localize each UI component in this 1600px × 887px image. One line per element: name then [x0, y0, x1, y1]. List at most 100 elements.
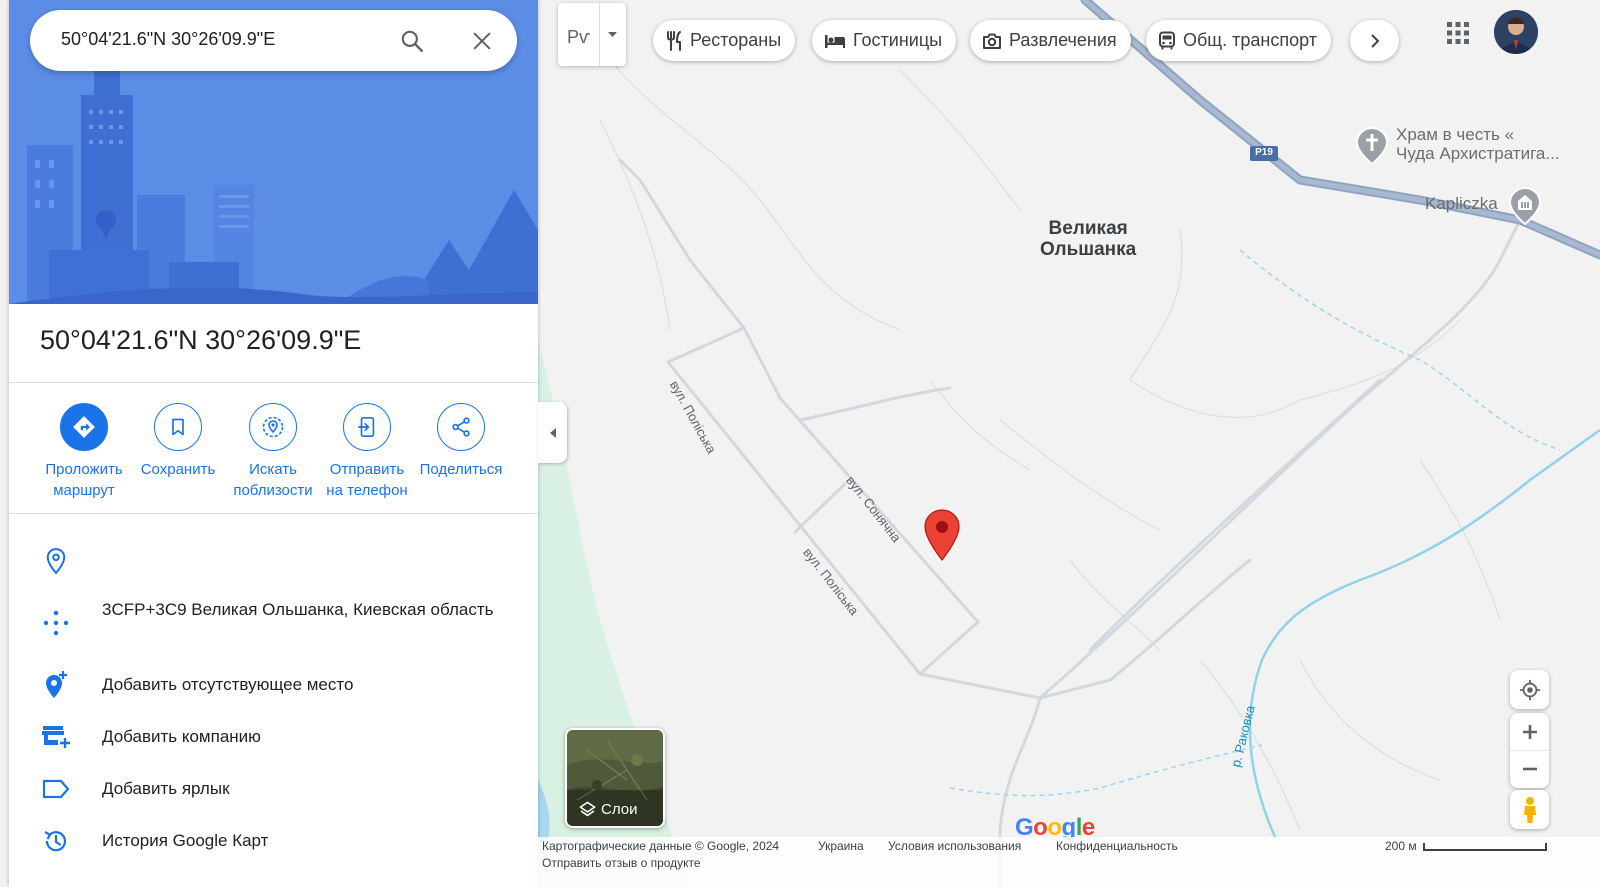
layers-button[interactable]: Слои	[565, 728, 665, 828]
history-icon	[44, 831, 67, 852]
share-icon	[452, 417, 470, 437]
layers-label: Слои	[601, 801, 638, 818]
add-missing-place-row[interactable]: Добавить отсутствующее место	[9, 668, 538, 702]
chip-hotels[interactable]: Гостиницы	[812, 20, 957, 61]
nearby-button[interactable]: Искать поблизости	[226, 403, 320, 501]
share-circle	[437, 403, 485, 451]
zoom-controls	[1510, 713, 1549, 788]
my-location-button[interactable]	[1510, 670, 1549, 709]
zoom-out-button[interactable]	[1510, 751, 1549, 788]
nearby-label: Искать поблизости	[233, 461, 313, 499]
poi-chapel-label: Kapliczka	[1425, 194, 1498, 213]
directions-label: Проложить маршрут	[45, 461, 123, 499]
chip-entertainment-label: Развлечения	[1009, 30, 1117, 50]
scale-bar	[1423, 843, 1547, 851]
map-footer: Картографические данные © Google, 2024 У…	[538, 837, 1600, 887]
divider-bottom	[9, 513, 538, 514]
add-label-row[interactable]: Добавить ярлык	[9, 772, 538, 806]
poi-church-label: Храм в честь « Чуда Архистратига...	[1396, 125, 1560, 163]
save-button[interactable]: Сохранить	[131, 403, 225, 480]
camera-icon	[983, 33, 1001, 49]
poi-church-label-line2: Чуда Архистратига...	[1396, 144, 1560, 163]
send-to-phone-circle	[343, 403, 391, 451]
save-label: Сохранить	[140, 461, 216, 478]
nearby-search-icon	[262, 416, 284, 438]
my-location-icon	[1519, 679, 1540, 700]
terms-link[interactable]: Условия использования	[888, 839, 1021, 853]
apps-grid-icon	[1447, 22, 1469, 44]
send-to-phone-button[interactable]: Отправить на телефон	[320, 403, 414, 501]
street-view-pegman[interactable]	[1510, 790, 1549, 829]
directions-icon	[73, 416, 95, 438]
chip-transit-label: Общ. транспорт	[1183, 30, 1317, 50]
hotel-icon	[825, 34, 845, 48]
chapel-marker-icon	[1508, 186, 1542, 226]
chevron-left-icon	[549, 427, 556, 438]
zoom-in-button[interactable]	[1510, 714, 1549, 751]
add-missing-place-text: Добавить отсутствующее место	[102, 675, 354, 694]
church-marker-icon	[1355, 126, 1389, 166]
search-icon	[401, 30, 423, 52]
history-text: История Google Карт	[102, 831, 269, 850]
add-business-row[interactable]: Добавить компанию	[9, 720, 538, 754]
bookmark-icon	[172, 418, 184, 436]
red-pin-icon	[924, 509, 960, 561]
nearby-circle	[249, 403, 297, 451]
chip-restaurants-label: Рестораны	[690, 30, 782, 50]
minus-icon	[1522, 767, 1537, 771]
plus-code-row[interactable]: 3CFP+3C9 Великая Ольшанка, Киевская обла…	[9, 597, 538, 649]
clear-search-button[interactable]	[466, 25, 498, 57]
poi-church[interactable]	[1355, 126, 1389, 170]
address-row[interactable]	[9, 542, 538, 582]
town-label-line1: Великая	[1048, 218, 1128, 239]
close-icon	[473, 32, 491, 50]
travel-mode-separator	[599, 3, 600, 66]
poi-church-label-line1: Храм в честь «	[1396, 125, 1515, 144]
chip-hotels-label: Гостиницы	[853, 30, 943, 50]
add-label-text: Добавить ярлык	[102, 779, 230, 798]
restaurant-icon	[667, 30, 681, 51]
account-avatar[interactable]	[1494, 10, 1538, 54]
layers-icon	[579, 801, 596, 817]
send-to-phone-label: Отправить на телефон	[326, 461, 408, 499]
history-row[interactable]: История Google Карт	[9, 824, 538, 858]
privacy-link[interactable]: Конфиденциальность	[1056, 839, 1178, 853]
location-pin-icon	[46, 548, 66, 575]
location-pin[interactable]	[924, 509, 960, 566]
chip-restaurants[interactable]: Рестораны	[653, 20, 796, 61]
add-place-icon-wrap	[39, 668, 73, 702]
share-label: Поделиться	[419, 461, 503, 478]
bus-icon	[1159, 31, 1175, 49]
action-bar: Проложить маршрут Сохранить Искать побли…	[9, 403, 538, 503]
directions-circle	[60, 403, 108, 451]
place-panel: 50°04'21.6"N 30°26'09.9"E Проложить марш…	[9, 0, 538, 887]
add-business-icon	[42, 726, 70, 748]
search-button[interactable]	[396, 25, 428, 57]
travel-mode-button[interactable]: Рѵ	[558, 3, 626, 66]
country-link[interactable]: Украина	[818, 839, 864, 853]
search-input[interactable]	[61, 29, 381, 50]
feedback-link[interactable]: Отправить отзыв о продукте	[542, 856, 701, 870]
avatar-image	[1494, 10, 1538, 54]
collapse-panel-button[interactable]	[538, 402, 567, 463]
town-label: Великая Ольшанка	[1040, 218, 1136, 260]
town-label-line2: Ольшанка	[1040, 239, 1137, 260]
chips-next-button[interactable]	[1350, 20, 1399, 61]
share-button[interactable]: Поделиться	[414, 403, 508, 480]
add-location-icon	[46, 671, 67, 698]
address-icon-wrap	[39, 544, 73, 578]
pegman-icon	[1523, 796, 1536, 823]
history-icon-wrap	[39, 824, 73, 858]
chip-entertainment[interactable]: Развлечения	[970, 20, 1131, 61]
search-box	[30, 10, 517, 71]
label-icon	[42, 779, 70, 799]
scale-label[interactable]: 200 м	[1385, 839, 1417, 853]
plus-icon	[1522, 724, 1537, 739]
google-apps-button[interactable]	[1443, 18, 1473, 48]
plus-code-text: 3CFP+3C9 Великая Ольшанка, Киевская обла…	[102, 600, 494, 619]
chip-transit[interactable]: Общ. транспорт	[1146, 20, 1331, 61]
save-circle	[154, 403, 202, 451]
add-label-icon-wrap	[39, 772, 73, 806]
directions-button[interactable]: Проложить маршрут	[37, 403, 131, 501]
poi-chapel[interactable]	[1508, 186, 1542, 230]
